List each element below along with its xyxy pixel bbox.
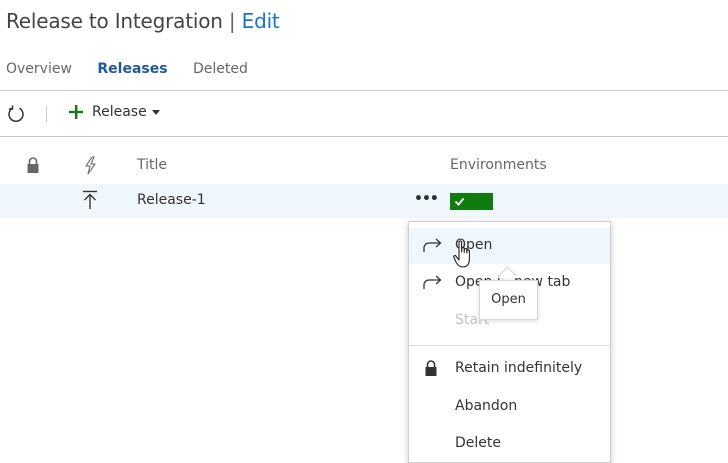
toolbar-divider <box>0 136 728 137</box>
lock-icon <box>27 157 39 173</box>
page-title-text: Release to Integration <box>6 9 223 33</box>
tooltip: Open <box>479 280 538 320</box>
menu-item-label: Retain indefinitely <box>455 360 583 376</box>
menu-item-label: Abandon <box>455 398 518 414</box>
menu-item-delete[interactable]: Delete <box>409 426 610 462</box>
column-title-header[interactable]: Title <box>137 157 167 173</box>
column-environments-header[interactable]: Environments <box>450 157 547 173</box>
column-trigger <box>83 156 97 179</box>
tab-releases[interactable]: Releases <box>97 61 167 77</box>
refresh-icon <box>8 105 24 122</box>
menu-item-retain-indefinitely[interactable]: Retain indefinitely <box>409 351 610 387</box>
release-title[interactable]: Release-1 <box>137 192 206 208</box>
hand-cursor-icon <box>453 240 475 274</box>
tabs-divider <box>0 90 728 91</box>
chevron-down-icon <box>151 109 160 115</box>
more-actions-button[interactable]: ••• <box>414 191 439 207</box>
menu-item-label: Delete <box>455 435 501 451</box>
new-release-button[interactable]: Release <box>68 104 160 120</box>
checkmark-icon <box>454 197 465 206</box>
tab-bar: Overview Releases Deleted <box>6 61 269 77</box>
deploy-up-icon <box>83 190 97 209</box>
column-lock <box>26 157 40 178</box>
tab-overview[interactable]: Overview <box>6 61 72 77</box>
tab-deleted[interactable]: Deleted <box>193 61 248 77</box>
redirect-arrow-icon <box>423 275 442 289</box>
new-release-label: Release <box>92 104 147 120</box>
menu-item-open[interactable]: Open <box>409 228 610 264</box>
toolbar-separator <box>46 106 47 122</box>
menu-separator <box>409 345 610 346</box>
lightning-icon <box>85 156 96 175</box>
title-separator: | <box>228 9 236 33</box>
page-title: Release to Integration | Edit <box>6 9 280 33</box>
redirect-arrow-icon <box>423 238 442 252</box>
row-icon <box>82 190 98 214</box>
menu-item-abandon[interactable]: Abandon <box>409 389 610 425</box>
edit-link[interactable]: Edit <box>242 9 280 33</box>
environment-status-badge[interactable] <box>450 193 493 210</box>
table-row[interactable] <box>0 184 728 218</box>
context-menu: Open Open in new tab Start Retain indefi… <box>408 221 611 463</box>
refresh-button[interactable] <box>6 104 26 124</box>
lock-icon <box>425 360 437 376</box>
plus-icon <box>69 105 83 119</box>
